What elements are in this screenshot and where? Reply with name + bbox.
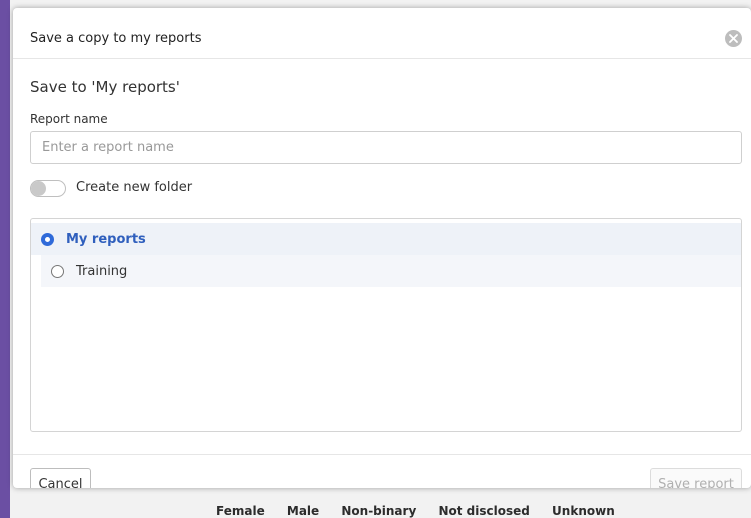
toggle-knob — [31, 181, 46, 196]
footer-divider — [13, 454, 751, 455]
folder-item-label: Training — [76, 263, 128, 279]
legend-item-male: Male — [286, 504, 320, 518]
create-folder-label: Create new folder — [76, 180, 193, 195]
folder-list: My reports Training — [30, 218, 742, 432]
save-report-button[interactable]: Save report — [650, 468, 742, 488]
report-name-label: Report name — [30, 112, 108, 126]
dialog-title: Save a copy to my reports — [30, 31, 202, 46]
background-chart-legend: Female Male Non-binary Not disclosed Unk… — [216, 504, 633, 518]
dialog-subtitle: Save to 'My reports' — [30, 78, 180, 96]
report-name-input[interactable] — [30, 131, 742, 164]
folder-item-my-reports[interactable]: My reports — [31, 223, 741, 255]
folder-item-training[interactable]: Training — [41, 255, 741, 287]
folder-item-label: My reports — [66, 231, 146, 247]
legend-item-non-binary: Non-binary — [341, 504, 417, 518]
radio-unselected-icon — [51, 264, 64, 278]
dialog-header: Save a copy to my reports — [13, 8, 751, 59]
cancel-button[interactable]: Cancel — [30, 468, 91, 488]
close-button[interactable] — [725, 30, 742, 47]
legend-item-unknown: Unknown — [552, 504, 615, 518]
save-copy-dialog: Save a copy to my reports Save to 'My re… — [13, 8, 751, 488]
create-folder-toggle[interactable] — [30, 180, 66, 197]
legend-item-not-disclosed: Not disclosed — [438, 504, 530, 518]
legend-item-female: Female — [216, 504, 265, 518]
radio-selected-icon — [41, 232, 54, 246]
close-icon — [729, 34, 738, 43]
